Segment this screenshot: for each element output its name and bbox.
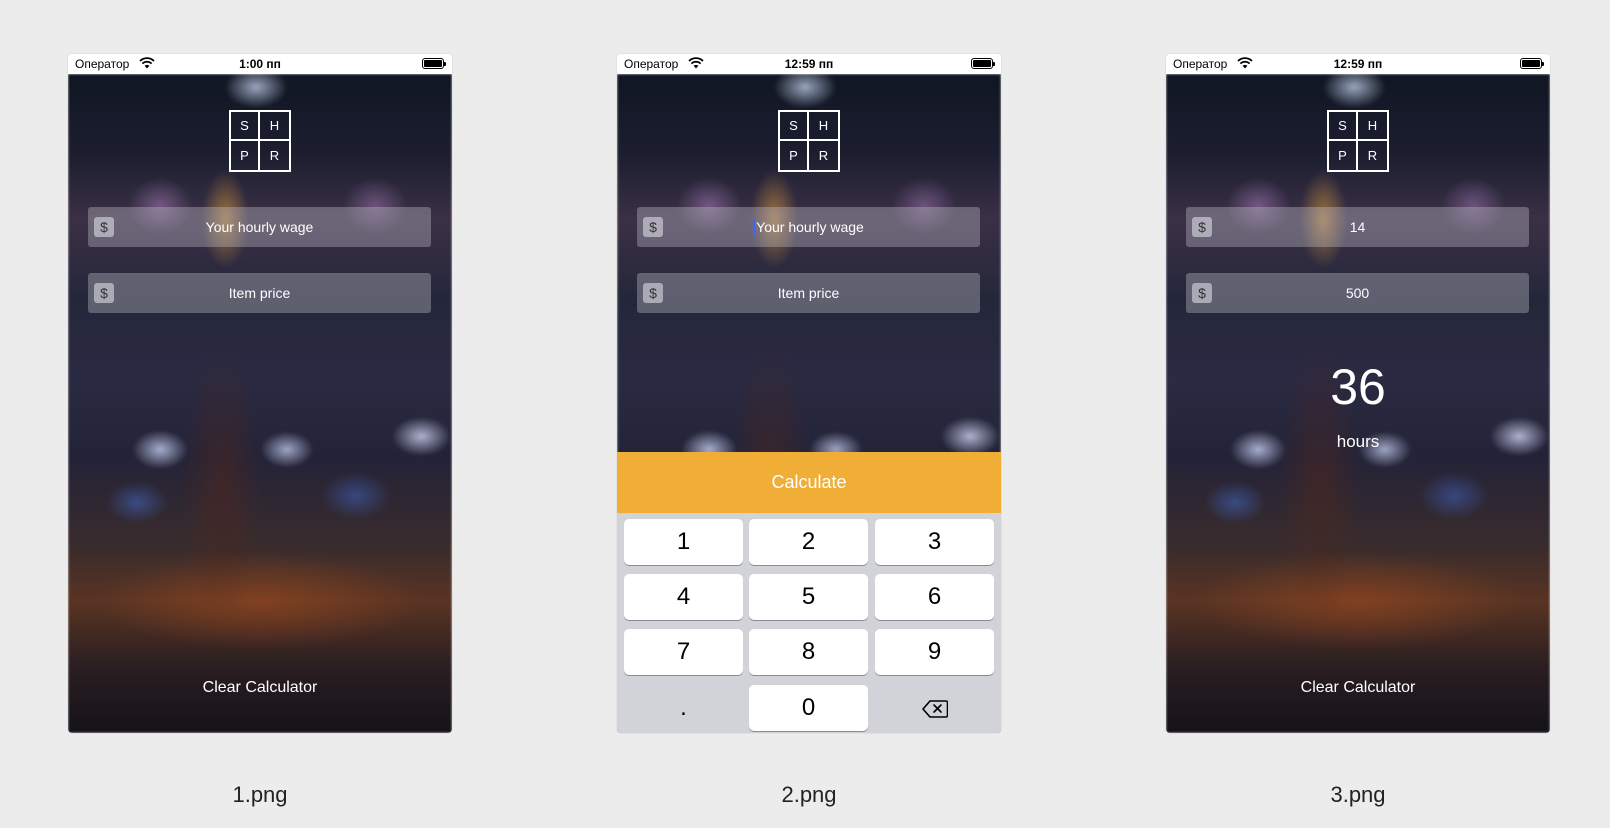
screen-caption: 1.png (232, 782, 288, 807)
status-time: 1:00 пп (239, 57, 281, 71)
backspace-icon (921, 699, 948, 718)
screen-caption: 2.png (781, 782, 837, 807)
logo-letter: P (780, 141, 809, 170)
logo-letter: H (1358, 112, 1387, 141)
key-1[interactable]: 1 (624, 519, 743, 565)
numeric-keypad: 1 2 3 4 5 6 7 8 9 . 0 (617, 513, 1001, 733)
blurred-background (68, 74, 452, 733)
key-8[interactable]: 8 (749, 629, 868, 675)
calculate-button[interactable]: Calculate (617, 452, 1001, 513)
logo-letter: H (809, 112, 838, 141)
result-unit-label: hours (1336, 432, 1380, 451)
phone-screen-3: Оператор 12:59 пп S H P R $ 14 $ 500 36 … (1166, 54, 1550, 733)
key-3[interactable]: 3 (875, 519, 994, 565)
hourly-wage-value: 14 (1349, 219, 1366, 235)
item-price-field[interactable]: $ 500 (1186, 273, 1529, 313)
item-price-value: 500 (1345, 285, 1370, 301)
phone-screen-2: Оператор 12:59 пп S H P R $ Your hourly … (617, 54, 1001, 733)
hourly-wage-field[interactable]: $ 14 (1186, 207, 1529, 247)
logo-letter: R (818, 148, 829, 163)
status-bar: Оператор 1:00 пп (68, 54, 452, 74)
hourly-wage-placeholder: Your hourly wage (205, 219, 314, 235)
hourly-wage-placeholder: Your hourly wage (756, 219, 864, 235)
logo-letter: R (269, 148, 280, 163)
text-cursor (753, 219, 756, 235)
key-9[interactable]: 9 (875, 629, 994, 675)
key-decimal[interactable]: . (624, 685, 743, 731)
item-price-placeholder: Item price (228, 285, 291, 301)
status-bar: Оператор 12:59 пп (1166, 54, 1550, 74)
item-price-field[interactable]: $ Item price (88, 273, 431, 313)
battery-icon (422, 58, 446, 69)
logo-letter: R (1367, 148, 1378, 163)
logo-letter: P (231, 141, 260, 170)
item-price-placeholder: Item price (777, 285, 840, 301)
key-6[interactable]: 6 (875, 574, 994, 620)
screen-caption: 3.png (1330, 782, 1386, 807)
key-0[interactable]: 0 (749, 685, 868, 731)
key-2[interactable]: 2 (749, 519, 868, 565)
logo-letter: S (1329, 112, 1358, 141)
status-time: 12:59 пп (1333, 57, 1383, 71)
clear-calculator-button[interactable]: Clear Calculator (1166, 679, 1550, 697)
phone-screen-1: Оператор 1:00 пп S H P R $ Your hourly w… (68, 54, 452, 733)
hourly-wage-field[interactable]: $ Your hourly wage (637, 207, 980, 247)
logo-letter: S (780, 112, 809, 141)
logo-letter: P (1329, 141, 1358, 170)
hourly-wage-field[interactable]: $ Your hourly wage (88, 207, 431, 247)
app-logo: S H P R (1327, 110, 1389, 172)
battery-icon (971, 58, 995, 69)
battery-icon (1520, 58, 1544, 69)
logo-letter: H (260, 112, 289, 141)
clear-calculator-button[interactable]: Clear Calculator (68, 679, 452, 697)
key-4[interactable]: 4 (624, 574, 743, 620)
item-price-field[interactable]: $ Item price (637, 273, 980, 313)
app-logo: S H P R (229, 110, 291, 172)
logo-letter: S (231, 112, 260, 141)
status-time: 12:59 пп (784, 57, 834, 71)
delete-key[interactable] (875, 685, 994, 731)
key-7[interactable]: 7 (624, 629, 743, 675)
status-bar: Оператор 12:59 пп (617, 54, 1001, 74)
app-logo: S H P R (778, 110, 840, 172)
result-hours-value: 36 (1330, 359, 1386, 415)
key-5[interactable]: 5 (749, 574, 868, 620)
